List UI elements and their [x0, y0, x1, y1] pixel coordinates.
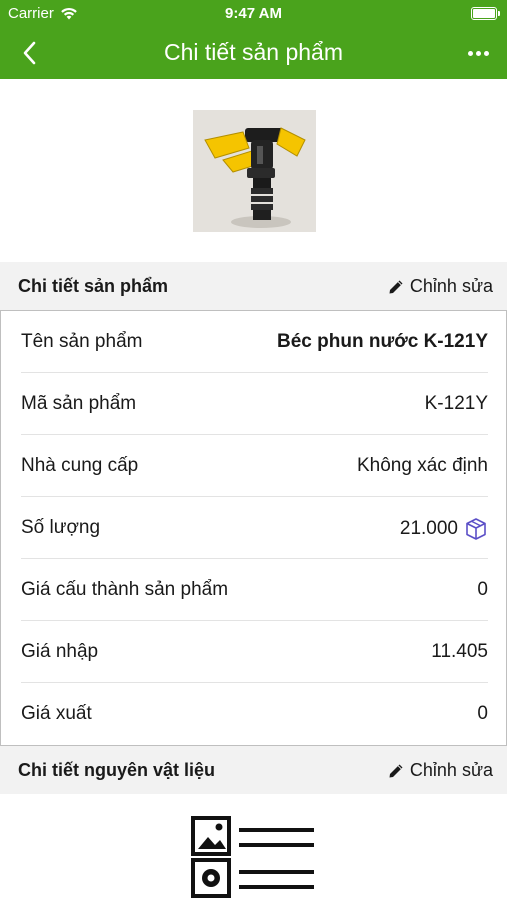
pencil-icon [389, 280, 403, 293]
box-icon[interactable] [464, 517, 488, 541]
more-horizontal-icon [467, 50, 473, 56]
detail-row-supplier: Nhà cung cấp Không xác định [1, 435, 506, 497]
detail-row-import-price: Giá nhập 11.405 [1, 621, 506, 683]
detail-row-name: Tên sản phẩm Béc phun nước K-121Y [1, 311, 506, 373]
row-label: Nhà cung cấp [21, 455, 139, 476]
edit-label: Chỉnh sửa [409, 760, 493, 780]
pencil-icon [389, 764, 403, 777]
empty-list-illustration [190, 815, 320, 900]
edit-materials-button[interactable]: Chỉnh sửa [388, 760, 493, 781]
product-detail-list: Tên sản phẩm Béc phun nước K-121Y Mã sản… [0, 310, 507, 746]
status-time: 9:47 AM [225, 5, 282, 22]
battery-fill [473, 9, 495, 18]
edit-label: Chỉnh sửa [409, 276, 493, 296]
more-button[interactable] [463, 40, 493, 66]
row-label: Mã sản phẩm [21, 393, 137, 414]
product-details-header: Chi tiết sản phẩm Chỉnh sửa [0, 262, 507, 310]
sprinkler-image [193, 110, 316, 232]
row-value: 0 [477, 703, 488, 724]
row-label: Giá cấu thành sản phẩm [21, 579, 229, 600]
row-value: K-121Y [424, 393, 488, 414]
row-value: 0 [477, 579, 488, 600]
more-horizontal-icon [483, 50, 489, 56]
detail-row-export-price: Giá xuất 0 [1, 683, 506, 745]
edit-product-button[interactable]: Chỉnh sửa [388, 276, 493, 297]
product-image [193, 110, 316, 232]
row-label: Giá nhập [21, 641, 99, 662]
navigation-bar: Chi tiết sản phẩm [0, 28, 507, 79]
row-value: 11.405 [431, 641, 488, 662]
row-value: 21.000 [399, 518, 458, 539]
section-title: Chi tiết nguyên vật liệu [18, 760, 216, 780]
row-label: Số lượng [21, 517, 101, 538]
row-value-group: 21.000 [400, 517, 488, 541]
list-placeholder-icon [191, 816, 314, 898]
page-title: Chi tiết sản phẩm [164, 39, 343, 65]
battery-icon [471, 7, 500, 20]
status-bar: Carrier 9:47 AM [0, 0, 507, 28]
materials-header: Chi tiết nguyên vật liệu Chỉnh sửa [0, 746, 507, 794]
detail-row-code: Mã sản phẩm K-121Y [1, 373, 506, 435]
detail-row-cost-price: Giá cấu thành sản phẩm 0 [1, 559, 506, 621]
section-title: Chi tiết sản phẩm [18, 276, 169, 296]
detail-row-quantity[interactable]: Số lượng 21.000 [1, 497, 506, 559]
row-value: Không xác định [357, 455, 488, 476]
row-label: Tên sản phẩm [21, 331, 143, 352]
row-label: Giá xuất [21, 703, 92, 724]
more-horizontal-icon [475, 50, 481, 56]
row-value: Béc phun nước K-121Y [277, 331, 488, 352]
